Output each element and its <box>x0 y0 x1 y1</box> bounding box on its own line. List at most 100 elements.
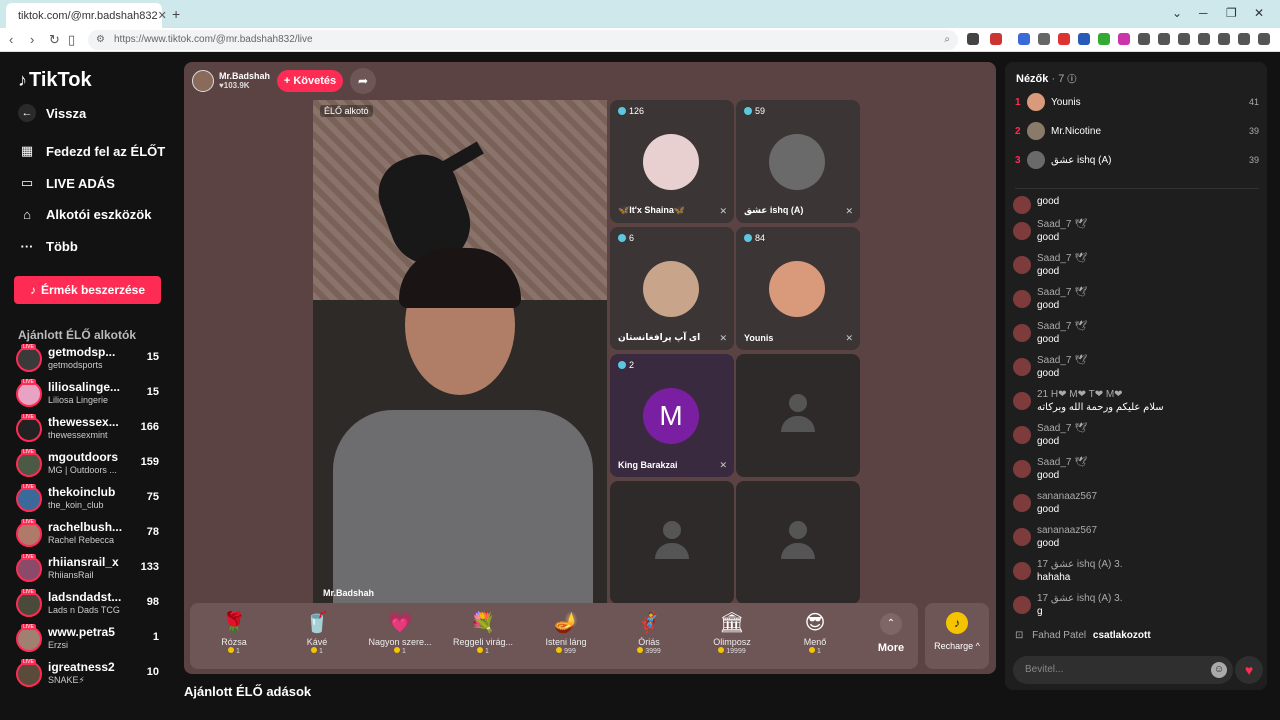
like-heart-button[interactable]: ♥ <box>1235 656 1263 684</box>
empty-guest-slot[interactable] <box>736 354 860 477</box>
new-tab-button[interactable]: + <box>172 6 180 22</box>
wallet-icon[interactable] <box>1198 33 1210 45</box>
extension-icon[interactable] <box>1078 33 1090 45</box>
translate-icon[interactable] <box>1018 33 1030 45</box>
gift-price-value: 1 <box>485 648 489 655</box>
sidebar-icon[interactable] <box>1178 33 1190 45</box>
site-settings-icon[interactable]: ⚙ <box>96 30 105 50</box>
recommended-creator-item[interactable]: LIVE getmodsp... getmodsports 15 <box>16 344 161 376</box>
recommended-creator-item[interactable]: LIVE thekoinclub the_koin_club 75 <box>16 484 161 516</box>
chat-message[interactable]: Saad_7 🕊 good <box>1013 422 1263 456</box>
host-video[interactable] <box>313 100 607 605</box>
guest-tile[interactable]: 126 🦋It'x Shaina🦋 ✕ <box>610 100 734 223</box>
top-viewer-row[interactable]: 2 Mr.Nicotine 39 <box>1015 121 1259 141</box>
tiktok-logo[interactable]: ♪ TikTok <box>18 69 92 92</box>
close-window-icon[interactable]: ✕ <box>1254 6 1264 20</box>
recommended-creator-item[interactable]: LIVE ladsndadst... Lads n Dads TCG 98 <box>16 589 161 621</box>
gift-item[interactable]: 🪔 Isteni láng 999 <box>526 609 606 655</box>
close-tab-icon[interactable]: ✕ <box>158 9 167 22</box>
top-viewer-row[interactable]: 1 Younis 41 <box>1015 92 1259 112</box>
tab-list-icon[interactable]: ⌄ <box>1172 6 1182 20</box>
ai-icon[interactable] <box>1218 33 1230 45</box>
info-icon[interactable]: ⓘ <box>1067 74 1076 84</box>
gift-item[interactable]: 🌹 Rózsa 1 <box>194 609 274 655</box>
guest-tile[interactable]: 59 عشق ishq (A) ✕ <box>736 100 860 223</box>
chat-message[interactable]: Saad_7 🕊 good <box>1013 354 1263 388</box>
guest-name: عشق ishq (A) <box>744 205 804 215</box>
host-info[interactable]: Mr.Badshah ♥103.9K <box>192 68 270 94</box>
gift-item[interactable]: 😎 Menő 1 <box>775 609 855 655</box>
gift-item[interactable]: 💗 Nagyon szere... 1 <box>360 609 440 655</box>
back-link[interactable]: ← Vissza <box>18 104 86 122</box>
recommended-creator-item[interactable]: LIVE liliosalinge... Liliosa Lingerie 15 <box>16 379 161 411</box>
recommended-creator-item[interactable]: LIVE rhiiansrail_x RhiiansRail 133 <box>16 554 161 586</box>
share-icon[interactable]: ➦ <box>350 68 376 94</box>
minimize-icon[interactable]: ─ <box>1199 6 1208 20</box>
shield-icon[interactable] <box>967 33 979 45</box>
host-avatar[interactable] <box>192 70 214 92</box>
guest-tile[interactable]: 6 ای آپ پرافغانستان ✕ <box>610 227 734 350</box>
bookmark-icon[interactable]: ▯ <box>68 32 75 48</box>
chat-message[interactable]: Saad_7 🕊 good <box>1013 252 1263 286</box>
coin-icon <box>311 647 318 653</box>
emoji-icon[interactable]: ☺ <box>1211 662 1227 678</box>
viewer-rank: 2 <box>1015 125 1021 137</box>
chat-message[interactable]: Saad_7 🕊 good <box>1013 286 1263 320</box>
extensions-puzzle-icon[interactable] <box>1158 33 1170 45</box>
chat-input[interactable]: Bevitel... ☺ <box>1013 656 1233 684</box>
live-badge: LIVE <box>21 554 36 560</box>
gift-item[interactable]: 🦸 Óriás 3999 <box>609 609 689 655</box>
sidebar-item-creator-tools[interactable]: ⌂ Alkotói eszközök <box>18 207 151 222</box>
empty-guest-slot[interactable] <box>736 481 860 604</box>
vpn-icon[interactable] <box>1238 33 1250 45</box>
recommended-creator-item[interactable]: LIVE www.petra5 Erzsi 1 <box>16 624 161 656</box>
menu-icon[interactable] <box>1258 33 1270 45</box>
recommended-creator-item[interactable]: LIVE thewessex... thewessexmint 166 <box>16 414 161 446</box>
recommended-creator-item[interactable]: LIVE rachelbush... Rachel Rebecca 78 <box>16 519 161 551</box>
recommended-creator-item[interactable]: LIVE mgoutdoors MG | Outdoors ... 159 <box>16 449 161 481</box>
extension-icon[interactable] <box>1038 33 1050 45</box>
browser-tab[interactable]: tiktok.com/@mr.badshah832 ✕ <box>6 3 167 28</box>
gift-item[interactable]: 💐 Reggeli virág... 1 <box>443 609 523 655</box>
sidebar-item-explore-live[interactable]: ▦ Fedezd fel az ÉLŐT <box>18 143 165 159</box>
chat-message[interactable]: Saad_7 🕊 good <box>1013 456 1263 490</box>
sidebar-item-live[interactable]: ▭ LIVE ADÁS <box>18 175 115 191</box>
chat-message[interactable]: good <box>1013 192 1263 218</box>
zoom-icon[interactable]: ⌕ <box>944 30 950 50</box>
extension-icon[interactable] <box>1138 33 1150 45</box>
warning-icon[interactable] <box>990 33 1002 45</box>
sidebar-item-more[interactable]: ··· Több <box>18 239 78 254</box>
recharge-button[interactable]: ♪ Recharge ^ <box>925 603 989 669</box>
chat-message[interactable]: Saad_7 🕊 good <box>1013 320 1263 354</box>
hls-icon[interactable] <box>1058 33 1070 45</box>
more-gifts-button[interactable]: ⌃ More <box>866 611 916 654</box>
chat-message[interactable]: 17 عشق ishq (A) 3. g <box>1013 592 1263 626</box>
gift-item[interactable]: 🏛 Olimposz 19999 <box>692 609 772 655</box>
chat-message[interactable]: 17 عشق ishq (A) 3. hahaha <box>1013 558 1263 592</box>
extension-icon[interactable] <box>1118 33 1130 45</box>
top-viewer-row[interactable]: 3 عشق ishq (A) 39 <box>1015 150 1259 170</box>
browser-tab-strip: tiktok.com/@mr.badshah832 ✕ + ⌄ ─ ❐ ✕ <box>0 0 1280 28</box>
address-bar[interactable]: ⚙ https://www.tiktok.com/@mr.badshah832/… <box>88 30 958 50</box>
back-icon[interactable]: ‹ <box>9 32 13 47</box>
chat-message[interactable]: 21 H❤ M❤ T❤ M❤ سلام علیکم ورحمة الله وبر… <box>1013 388 1263 422</box>
chat-message[interactable]: sananaaz567 good <box>1013 490 1263 524</box>
score-icon <box>618 107 626 115</box>
tiktok-live-page: ♪ TikTok ← Vissza ▦ Fedezd fel az ÉLŐT ▭… <box>0 52 1280 720</box>
follow-button[interactable]: + Követés <box>277 70 343 92</box>
guest-tile[interactable]: 84 Younis ✕ <box>736 227 860 350</box>
chat-message[interactable]: sananaaz567 good <box>1013 524 1263 558</box>
forward-icon[interactable]: › <box>30 32 34 47</box>
chat-messages[interactable]: good Saad_7 🕊 good Saad_7 🕊 good Saad_7 … <box>1013 192 1263 640</box>
guest-tile[interactable]: 2 M King Barakzai ✕ <box>610 354 734 477</box>
maximize-icon[interactable]: ❐ <box>1226 6 1237 20</box>
muted-mic-icon: ✕ <box>719 460 727 470</box>
gift-item[interactable]: 🥤 Kávé 1 <box>277 609 357 655</box>
chat-message[interactable]: Saad_7 🕊 good <box>1013 218 1263 252</box>
reload-icon[interactable]: ↻ <box>49 32 60 48</box>
get-coins-button[interactable]: ♪ Érmék beszerzése <box>14 276 161 304</box>
empty-guest-slot[interactable] <box>610 481 734 604</box>
recommended-creator-item[interactable]: LIVE igreatness2 SNAKE⚡ 10 <box>16 659 161 691</box>
extension-icon[interactable] <box>1098 33 1110 45</box>
gift-icon: 💗 <box>387 612 413 634</box>
